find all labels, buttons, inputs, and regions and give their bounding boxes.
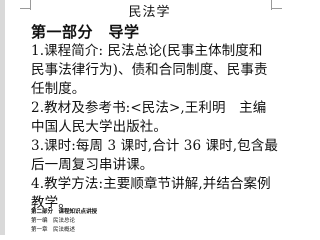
body-line: 3.课时:每周 3 课时,合计 36 课时,包含最 [31, 138, 278, 154]
body-line: 4.教学方法:主要顺章节讲解,并结合案例 [31, 176, 271, 192]
part-heading: 第一部分 导学 [31, 23, 140, 41]
body-line: 后一周复习串讲课。 [31, 157, 154, 173]
toc-entry: 第一编 民法总论 [31, 218, 76, 224]
toc-entry: 第一章 民法概述 [31, 227, 76, 233]
body-line: 任制度。 [31, 81, 86, 97]
body-line: 2.教材及参考书:<民法>,王利明 主编 [31, 100, 267, 116]
document-title: 民法学 [128, 5, 171, 20]
body-line: 1.课程简介: 民法总论(民事主体制度和 [31, 43, 263, 59]
page-gutter [0, 0, 5, 235]
body-line: 民事法律行为)、债和合同制度、民事责 [31, 62, 268, 78]
toc-entry: 第二部分 课程知识点讲授 [31, 209, 98, 215]
body-line: 中国人民大学出版社。 [31, 119, 167, 135]
